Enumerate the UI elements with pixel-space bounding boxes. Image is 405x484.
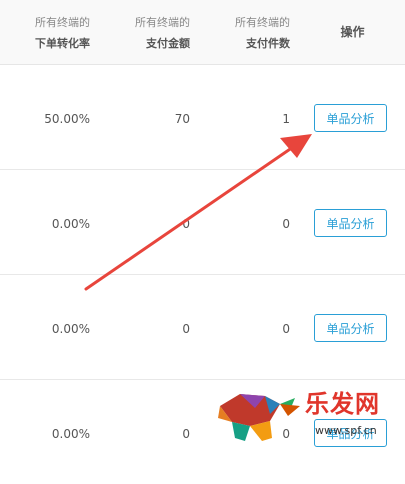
conversion-rate-cell: 0.00% [51, 217, 90, 231]
payment-count-cell: 0 [282, 217, 290, 231]
watermark-url: www.spf.cn [315, 424, 377, 437]
table-row: 50.00% 70 1 单品分析 [0, 65, 405, 170]
table-row: 0.00% 0 0 单品分析 [0, 170, 405, 275]
header-conversion-rate: 所有终端的 下单转化率 [35, 16, 90, 50]
payment-amount-cell: 0 [182, 322, 190, 336]
conversion-rate-cell: 50.00% [44, 112, 90, 126]
product-analysis-button[interactable]: 单品分析 [314, 314, 387, 342]
table-header: 所有终端的 下单转化率 所有终端的 支付金额 所有终端的 支付件数 操作 [0, 0, 405, 65]
conversion-rate-cell: 0.00% [51, 322, 90, 336]
payment-amount-cell: 0 [182, 427, 190, 441]
payment-count-cell: 1 [282, 112, 290, 126]
conversion-rate-cell: 0.00% [51, 427, 90, 441]
payment-amount-cell: 0 [182, 217, 190, 231]
bull-logo-icon [218, 394, 300, 441]
table-row: 0.00% 0 0 单品分析 [0, 275, 405, 380]
watermark-name: 乐发网 [305, 389, 380, 418]
site-watermark: 乐发网 www.spf.cn [210, 380, 405, 452]
header-payment-amount: 所有终端的 支付金额 [135, 16, 190, 50]
payment-count-cell: 0 [282, 322, 290, 336]
payment-amount-cell: 70 [174, 112, 190, 126]
product-analysis-button[interactable]: 单品分析 [314, 104, 387, 132]
header-actions: 操作 [340, 25, 365, 39]
product-analysis-button[interactable]: 单品分析 [314, 209, 387, 237]
header-payment-count: 所有终端的 支付件数 [235, 16, 290, 50]
